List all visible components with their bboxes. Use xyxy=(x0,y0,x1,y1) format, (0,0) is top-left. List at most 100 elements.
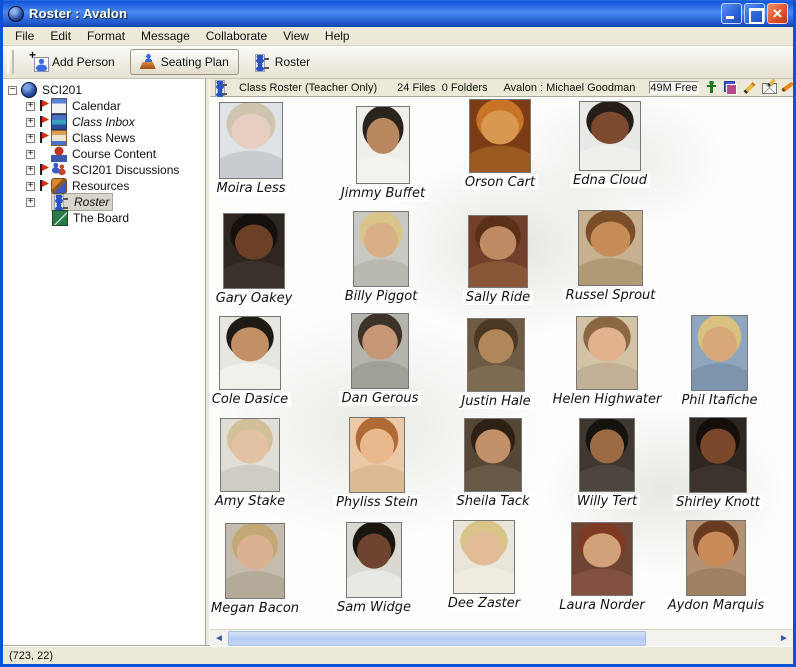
menu-edit[interactable]: Edit xyxy=(42,28,79,44)
student-name: Shirley Knott xyxy=(673,495,763,510)
expand-box-icon[interactable] xyxy=(26,150,35,159)
menu-format[interactable]: Format xyxy=(79,28,133,44)
student-photo[interactable] xyxy=(356,106,410,184)
files-count: 24 Files xyxy=(397,82,436,94)
seating-plan-icon xyxy=(140,54,156,70)
student-name: Edna Cloud xyxy=(570,173,650,188)
app-window: Roster : Avalon FileEditFormatMessageCol… xyxy=(0,0,796,667)
menu-message[interactable]: Message xyxy=(133,28,198,44)
discussions-icon xyxy=(51,162,67,178)
student-card-sam-widge: Sam Widge xyxy=(346,522,402,615)
tree-items: CalendarClass InboxClass NewsCourse Cont… xyxy=(3,98,205,226)
student-photo[interactable] xyxy=(223,213,285,289)
student-card-willy-tert: Willy Tert xyxy=(579,418,635,509)
student-photo[interactable] xyxy=(349,417,405,493)
unread-flag-icon xyxy=(39,180,49,192)
tree-item-class-news[interactable]: Class News xyxy=(3,130,205,146)
student-name: Phil Itafiche xyxy=(678,393,760,408)
tree-item-roster[interactable]: Roster xyxy=(3,194,205,210)
tree-item-course-content[interactable]: Course Content xyxy=(3,146,205,162)
copy-icon[interactable] xyxy=(724,81,737,95)
maximize-button[interactable] xyxy=(744,3,765,24)
calendar-icon xyxy=(51,98,67,114)
tree-item-label: Class Inbox xyxy=(70,115,137,129)
student-name: Sam Widge xyxy=(334,600,414,615)
expand-box-icon[interactable] xyxy=(26,198,35,207)
student-photo[interactable] xyxy=(691,315,748,391)
tree-item-the-board[interactable]: The Board xyxy=(3,210,205,226)
student-photo[interactable] xyxy=(571,522,633,596)
h-scrollbar[interactable]: ◄ ► xyxy=(210,629,793,646)
student-photo[interactable] xyxy=(225,523,285,599)
tree-item-label: Course Content xyxy=(70,147,158,161)
student-name: Dan Gerous xyxy=(339,391,422,406)
tree-root-sci201[interactable]: SCI201 xyxy=(3,82,205,98)
student-name: Aydon Marquis xyxy=(665,598,768,613)
menu-help[interactable]: Help xyxy=(317,28,358,44)
student-card-orson-cart: Orson Cart xyxy=(469,99,531,190)
person-icon[interactable] xyxy=(705,81,718,95)
tree-item-calendar[interactable]: Calendar xyxy=(3,98,205,114)
h-scrollbar-thumb[interactable] xyxy=(228,631,646,646)
toolbar-grip[interactable] xyxy=(7,50,14,74)
scroll-left-arrow-icon[interactable]: ◄ xyxy=(211,631,227,646)
menu-file[interactable]: File xyxy=(7,28,42,44)
student-photo[interactable] xyxy=(578,210,643,286)
inbox-icon xyxy=(51,114,67,130)
expand-box-icon[interactable] xyxy=(26,102,35,111)
collapse-box[interactable] xyxy=(8,86,17,95)
student-photo[interactable] xyxy=(467,318,525,392)
menu-view[interactable]: View xyxy=(275,28,317,44)
student-photo[interactable] xyxy=(220,418,280,492)
add-person-button[interactable]: Add Person xyxy=(26,51,120,73)
roster-view-button[interactable]: Roster xyxy=(249,51,315,73)
titlebar: Roster : Avalon xyxy=(3,0,793,27)
student-photo[interactable] xyxy=(464,418,522,492)
scroll-right-arrow-icon[interactable]: ► xyxy=(776,631,792,646)
expand-box-icon[interactable] xyxy=(26,166,35,175)
pane-header: Class Roster (Teacher Only) 24 Files 0 F… xyxy=(210,79,793,97)
student-photo[interactable] xyxy=(219,316,281,390)
student-photo[interactable] xyxy=(351,313,409,389)
student-name: Sheila Tack xyxy=(453,494,532,509)
student-name: Jimmy Buffet xyxy=(338,186,428,201)
seating-plan-button[interactable]: Seating Plan xyxy=(130,49,239,75)
tree-item-label: Resources xyxy=(70,179,131,193)
student-photo[interactable] xyxy=(689,417,747,493)
student-photo[interactable] xyxy=(576,316,638,390)
seating-plan-label: Seating Plan xyxy=(161,55,229,69)
sign-icon[interactable] xyxy=(781,81,794,95)
student-photo[interactable] xyxy=(579,101,641,171)
student-photo[interactable] xyxy=(468,215,528,288)
tree-item-label: Roster xyxy=(72,195,111,209)
tree-item-resources[interactable]: Resources xyxy=(3,178,205,194)
student-card-phil-itafiche: Phil Itafiche xyxy=(691,315,748,408)
student-name: Sally Ride xyxy=(463,290,533,305)
student-name: Billy Piggot xyxy=(342,289,421,304)
menu-collaborate[interactable]: Collaborate xyxy=(198,28,275,44)
student-photo[interactable] xyxy=(579,418,635,492)
minimize-button[interactable] xyxy=(721,3,742,24)
tree-item-class-inbox[interactable]: Class Inbox xyxy=(3,114,205,130)
student-name: Gary Oakey xyxy=(213,291,296,306)
close-button[interactable] xyxy=(767,3,788,24)
flag-spacer xyxy=(40,212,50,224)
student-card-sheila-tack: Sheila Tack xyxy=(464,418,522,509)
student-photo[interactable] xyxy=(453,520,515,594)
window-globe-icon[interactable] xyxy=(8,6,24,22)
expand-box-icon[interactable] xyxy=(26,182,35,191)
expand-box-icon[interactable] xyxy=(26,118,35,127)
content-icon xyxy=(51,146,67,162)
student-photo[interactable] xyxy=(686,520,746,596)
folder-tree: SCI201 CalendarClass InboxClass NewsCour… xyxy=(3,79,205,646)
student-photo[interactable] xyxy=(353,211,409,287)
tree-item-sci201-discussions[interactable]: SCI201 Discussions xyxy=(3,162,205,178)
roster-canvas[interactable]: Moira LessJimmy BuffetOrson CartEdna Clo… xyxy=(210,97,793,629)
student-photo[interactable] xyxy=(219,102,283,179)
approve-icon[interactable] xyxy=(762,81,775,95)
student-name: Cole Dasice xyxy=(210,392,291,407)
pencil-icon[interactable] xyxy=(743,81,756,95)
student-photo[interactable] xyxy=(469,99,531,173)
expand-box-icon[interactable] xyxy=(26,134,35,143)
student-photo[interactable] xyxy=(346,522,402,598)
